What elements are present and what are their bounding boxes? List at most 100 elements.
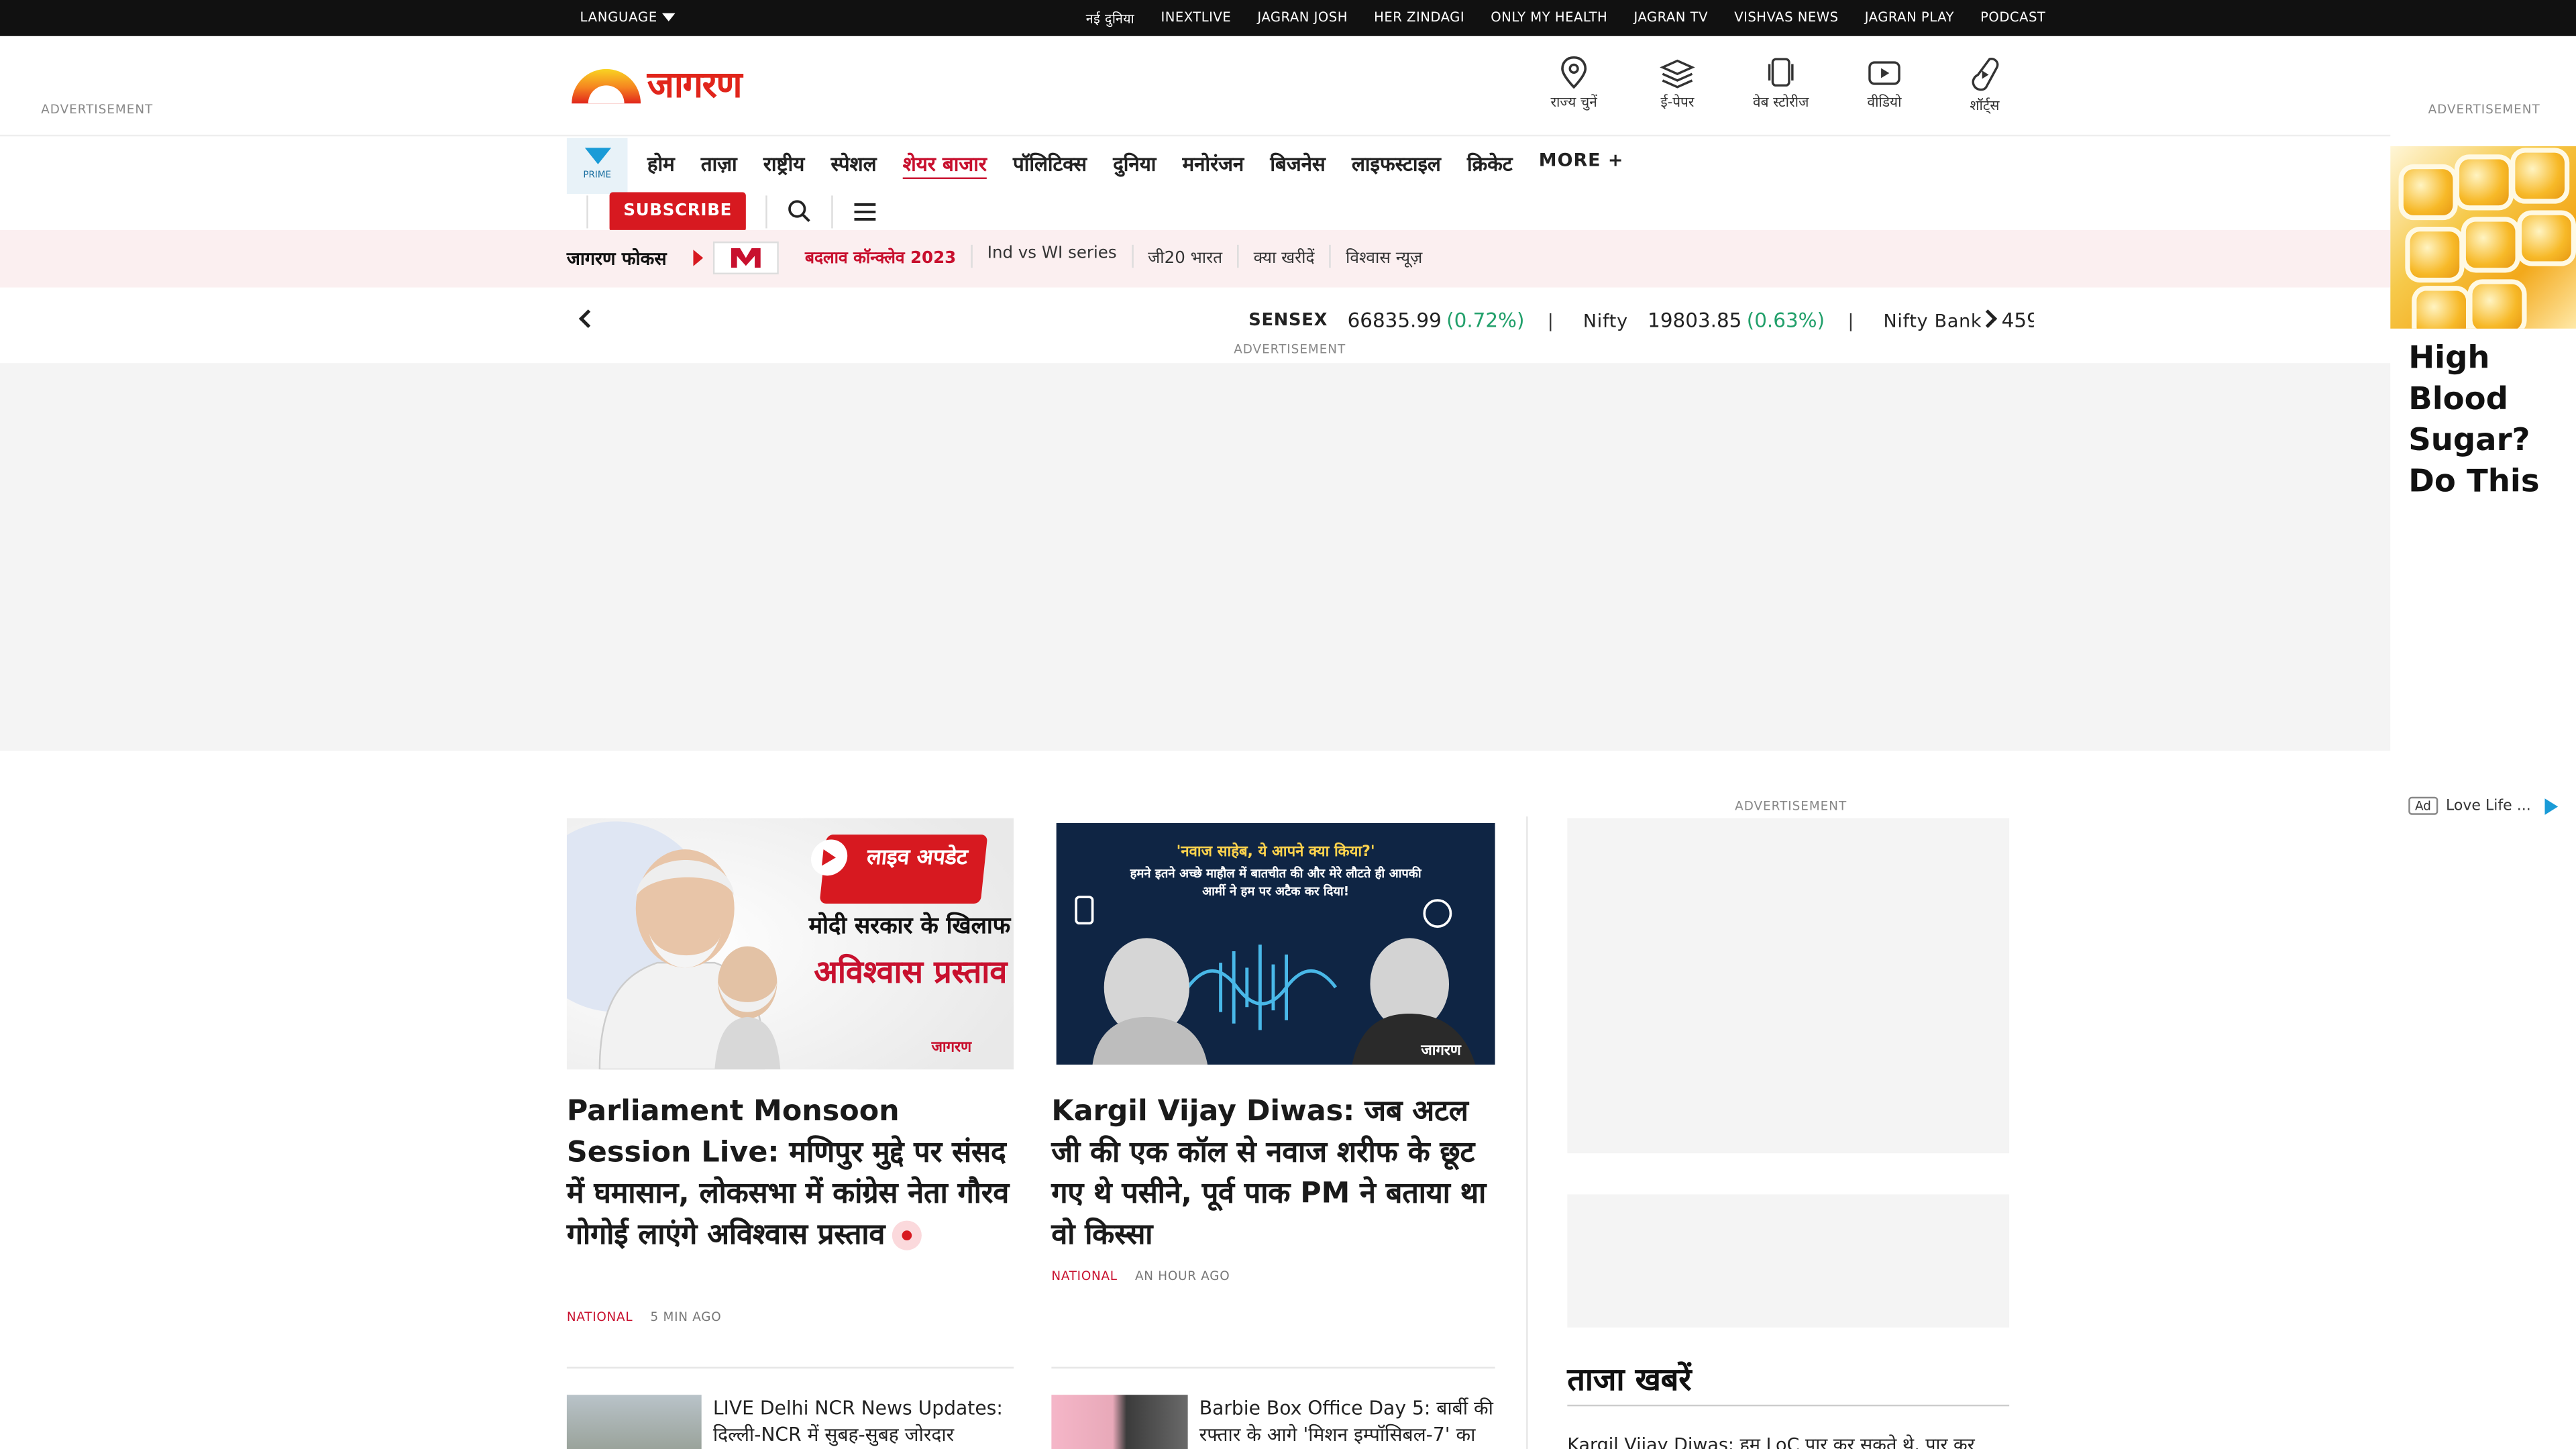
hamburger-menu-icon[interactable] [853, 202, 877, 221]
site-header: ADVERTISEMENT ADVERTISEMENT जागरण राज्य … [0, 36, 2576, 135]
second-image-quote-2: हमने इतने अच्छे माहौल में बातचीत की और म… [1130, 865, 1421, 899]
lead-image-title-2: अविश्वास प्रस्ताव [814, 954, 1008, 991]
live-indicator-icon [892, 1220, 922, 1250]
ticker-separator: | [1847, 309, 1854, 331]
network-link-inextlive[interactable]: INEXTLIVE [1161, 10, 1231, 28]
header-icon-label: वेब स्टोरीज [1753, 95, 1809, 112]
nav-menu: होम ताज़ा राष्ट्रीय स्पेशल शेयर बाजार पॉ… [647, 150, 1624, 178]
story-category[interactable]: NATIONAL [1051, 1269, 1117, 1283]
small-story-title[interactable]: Barbie Box Office Day 5: बार्बी की रफ्ता… [1199, 1395, 1495, 1447]
sidebar-ad-1[interactable] [1567, 818, 2010, 1154]
prime-diamond-icon [584, 148, 610, 164]
ad-image-shape [2403, 169, 2453, 215]
nav-item-cricket[interactable]: क्रिकेट [1467, 150, 1513, 178]
focus-topic[interactable]: विश्वास न्यूज़ [1329, 244, 1438, 268]
ad-image-shape [2465, 221, 2516, 268]
header-web-stories[interactable]: वेब स्टोरीज [1731, 56, 1830, 112]
nav-item-lifestyle[interactable]: लाइफस्टाइल [1352, 150, 1441, 178]
nav-item-business[interactable]: बिजनेस [1270, 150, 1325, 178]
nav-item-politics[interactable]: पॉलिटिक्स [1013, 150, 1087, 178]
story-divider [1051, 1366, 1495, 1369]
ad-label: ADVERTISEMENT [1735, 798, 1847, 814]
image-watermark-logo: जागरण [931, 1040, 972, 1057]
second-story-headline[interactable]: Kargil Vijay Diwas: जब अटल जी की एक कॉल … [1051, 1093, 1495, 1257]
ticker-value: 66835.99 [1347, 309, 1442, 332]
prime-label: PRIME [583, 170, 611, 181]
nav-divider [831, 195, 833, 229]
location-pin-icon [1561, 56, 1587, 89]
ad-image-shape [2410, 231, 2460, 278]
focus-topics: बदलाव कॉन्क्लेव 2023 Ind vs WI series जी… [805, 244, 1438, 268]
ticker-prev-icon[interactable] [578, 309, 598, 328]
lead-story-headline[interactable]: Parliament Monsoon Session Live: मणिपुर … [567, 1093, 1014, 1257]
network-link-vishvas-news[interactable]: VISHVAS NEWS [1734, 10, 1838, 28]
network-link-jagran-josh[interactable]: JAGRAN JOSH [1257, 10, 1348, 28]
small-story-thumb[interactable] [566, 1395, 702, 1449]
nav-divider [765, 195, 767, 229]
network-link-podcast[interactable]: PODCAST [1980, 10, 2045, 28]
taza-khabren-title: ताजा खबरें [1567, 1362, 1692, 1399]
sponsor-logo[interactable] [712, 241, 779, 274]
leaderboard-ad[interactable] [0, 363, 2391, 751]
video-icon [1868, 61, 1900, 85]
focus-topic[interactable]: क्या खरीदें [1237, 244, 1329, 268]
network-link-naidunia[interactable]: नई दुनिया [1086, 10, 1134, 28]
header-icon-label: राज्य चुनें [1550, 95, 1597, 112]
ticker-row: SENSEX 66835.99 (0.72%) | Nifty 19803.85… [1248, 309, 2039, 331]
subscribe-button[interactable]: SUBSCRIBE [609, 192, 746, 232]
search-icon[interactable] [787, 199, 812, 223]
jagran-logo[interactable]: जागरण [572, 62, 785, 107]
nav-item-entertainment[interactable]: मनोरंजन [1183, 150, 1244, 178]
ticker-value: 19803.85 [1648, 309, 1742, 332]
story-time: AN HOUR AGO [1134, 1268, 1230, 1283]
lead-story-meta: NATIONAL 5 MIN AGO [567, 1309, 722, 1324]
focus-topic[interactable]: बदलाव कॉन्क्लेव 2023 [805, 245, 971, 268]
prime-button[interactable]: PRIME [566, 138, 628, 194]
main-nav: PRIME होम ताज़ा राष्ट्रीय स्पेशल शेयर बा… [0, 134, 2391, 232]
story-category[interactable]: NATIONAL [567, 1309, 633, 1324]
sidebar-ad-2[interactable] [1567, 1194, 2010, 1328]
ticker-value: 459 [2001, 309, 2035, 332]
nav-item-share-bazar[interactable]: शेयर बाजार [903, 150, 987, 178]
ticker-change: (0.63%) [1746, 309, 1825, 332]
second-story-meta: NATIONAL AN HOUR AGO [1051, 1269, 1230, 1283]
logo-text: जागरण [647, 65, 743, 107]
adchoices-icon [2544, 797, 2557, 814]
header-videos[interactable]: वीडियो [1835, 56, 1934, 112]
epaper-icon [1660, 59, 1695, 89]
adchoices-badge[interactable]: Ad Love Life ... [2408, 796, 2557, 815]
header-state-select[interactable]: राज्य चुनें [1525, 56, 1623, 112]
second-story-image[interactable]: 'नवाज साहेब, ये आपने क्या किया?' हमने इत… [1056, 822, 1495, 1065]
network-link-jagran-tv[interactable]: JAGRAN TV [1633, 10, 1708, 28]
small-story-title[interactable]: LIVE Delhi NCR News Updates: दिल्ली-NCR … [713, 1395, 1014, 1447]
small-story-thumb[interactable] [1051, 1395, 1188, 1449]
focus-topic[interactable]: Ind vs WI series [971, 244, 1131, 268]
nav-item-national[interactable]: राष्ट्रीय [763, 150, 804, 178]
focus-title: जागरण फोकस [566, 248, 667, 270]
header-icon-label: वीडियो [1867, 95, 1902, 112]
nav-item-more[interactable]: MORE + [1539, 150, 1624, 178]
play-triangle-icon [822, 849, 837, 866]
network-links: नई दुनिया INEXTLIVE JAGRAN JOSH HER ZIND… [1086, 10, 2046, 28]
language-selector-label[interactable]: LANGUAGE [580, 10, 657, 25]
network-link-only-my-health[interactable]: ONLY MY HEALTH [1491, 10, 1607, 28]
network-link-her-zindagi[interactable]: HER ZINDAGI [1374, 10, 1464, 28]
taza-story[interactable]: Kargil Vijay Diwas: हम LoC पार कर सकते थ… [1567, 1433, 1974, 1449]
lead-story-image[interactable]: लाइव अपडेट मोदी सरकार के खिलाफ अविश्वास … [566, 818, 1014, 1070]
lead-headline-text: Parliament Monsoon Session Live: मणिपुर … [566, 1095, 1010, 1252]
jagran-focus-strip: जागरण फोकस बदलाव कॉन्क्लेव 2023 Ind vs W… [0, 229, 2391, 288]
nav-item-special[interactable]: स्पेशल [831, 150, 877, 178]
side-ad-text: High Blood Sugar? Do This [2408, 339, 2540, 500]
nav-item-world[interactable]: दुनिया [1113, 150, 1156, 178]
side-ad[interactable]: High Blood Sugar? Do This [2390, 146, 2576, 751]
nav-item-home[interactable]: होम [647, 150, 675, 178]
header-shorts[interactable]: शॉर्ट्स [1935, 56, 2034, 115]
header-epaper[interactable]: ई-पेपर [1628, 56, 1727, 112]
market-ticker: SENSEX 66835.99 (0.72%) | Nifty 19803.85… [567, 288, 2035, 360]
chevron-down-icon[interactable] [661, 13, 676, 21]
nav-item-taza[interactable]: ताज़ा [701, 150, 737, 178]
network-link-jagran-play[interactable]: JAGRAN PLAY [1865, 10, 1954, 28]
focus-topic[interactable]: जी20 भारत [1131, 244, 1238, 268]
live-badge-text: लाइव अपडेट [865, 846, 969, 871]
ad-label-right: ADVERTISEMENT [2428, 101, 2540, 117]
